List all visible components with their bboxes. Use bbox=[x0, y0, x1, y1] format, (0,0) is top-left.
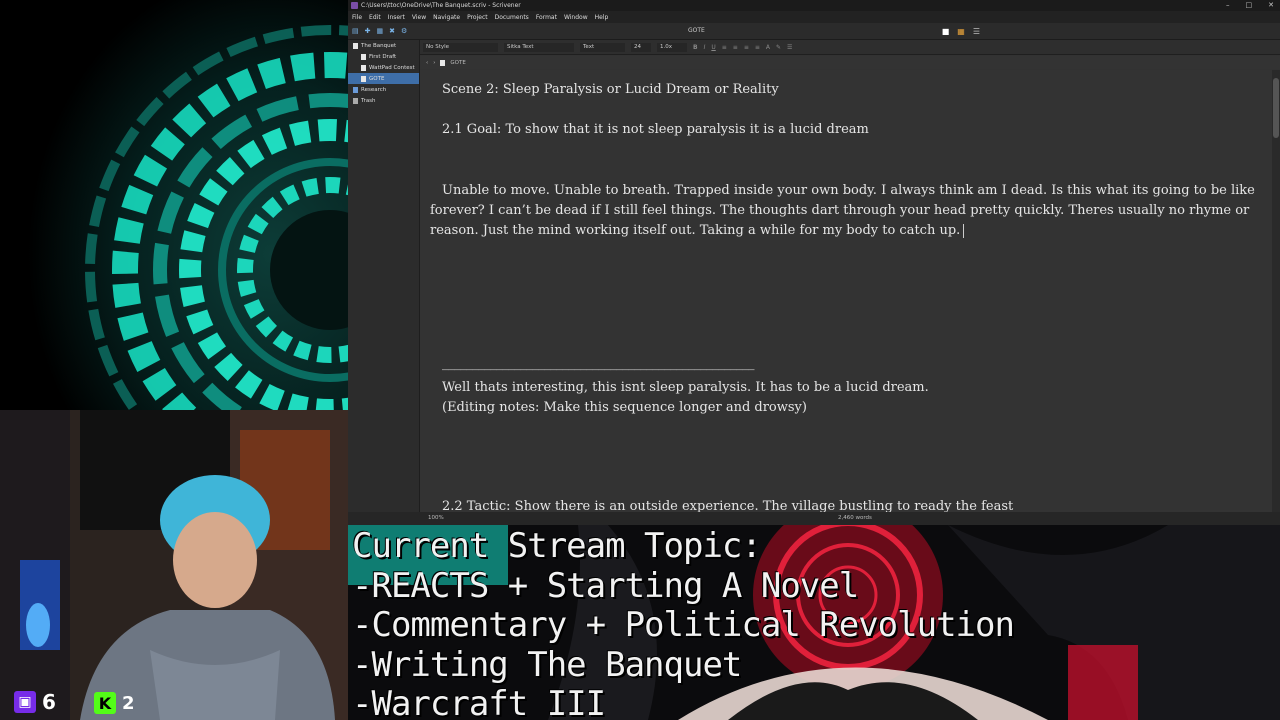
menu-navigate[interactable]: Navigate bbox=[433, 14, 460, 21]
body-paragraph: Unable to move. Unable to breath. Trappe… bbox=[430, 183, 1255, 238]
menu-window[interactable]: Window bbox=[564, 14, 588, 21]
main-toolbar: ▤ ✚ ▦ ✖ ⚙ GOTE ■ ▦ ☰ bbox=[348, 23, 1280, 40]
twitch-viewer-count: ▣ 6 bbox=[14, 690, 56, 714]
topic-item: -Commentary + Political Revolution bbox=[352, 605, 1015, 645]
menu-bar: File Edit Insert View Navigate Project D… bbox=[348, 11, 1280, 23]
folder-icon[interactable]: ▦ bbox=[377, 27, 384, 35]
kick-icon: K bbox=[94, 692, 116, 714]
close-button[interactable]: ✕ bbox=[1268, 0, 1274, 11]
stream-screen: ▣ 6 K 2 C:\Users\ttoc\OneDrive\The Banqu… bbox=[0, 0, 1280, 720]
menu-help[interactable]: Help bbox=[595, 14, 609, 21]
webcam-panel: ▣ 6 K 2 bbox=[0, 410, 348, 720]
list-icon[interactable]: ☰ bbox=[787, 44, 792, 51]
editor-header: ‹ › GOTE bbox=[420, 56, 1280, 69]
align-right-icon[interactable]: ≡ bbox=[744, 44, 749, 51]
align-center-icon[interactable]: ≡ bbox=[733, 44, 738, 51]
twitch-icon: ▣ bbox=[14, 691, 36, 713]
binder-sidebar: The Banquet First Draft WattPad Contest … bbox=[348, 40, 420, 512]
title-bar: C:\Users\ttoc\OneDrive\The Banquet.scriv… bbox=[348, 0, 1280, 11]
scrivener-window: C:\Users\ttoc\OneDrive\The Banquet.scriv… bbox=[348, 0, 1280, 525]
binder-item-trash[interactable]: Trash bbox=[348, 95, 419, 106]
scene-title: Scene 2: Sleep Paralysis or Lucid Dream … bbox=[442, 82, 779, 97]
align-left-icon[interactable]: ≡ bbox=[722, 44, 727, 51]
visualizer-panel bbox=[0, 0, 348, 410]
scrollbar-thumb[interactable] bbox=[1273, 78, 1279, 138]
topic-heading: Current Stream Topic: bbox=[352, 526, 762, 566]
justify-icon[interactable]: ≡ bbox=[755, 44, 760, 51]
document-icon bbox=[440, 59, 446, 66]
menu-format[interactable]: Format bbox=[536, 14, 557, 21]
research-folder-icon bbox=[353, 86, 358, 93]
binder-toggle-icon[interactable]: ▤ bbox=[352, 27, 359, 35]
italic-button[interactable]: I bbox=[704, 44, 706, 51]
toolbar-document-title: GOTE bbox=[688, 27, 705, 34]
menu-file[interactable]: File bbox=[352, 14, 362, 21]
tactic-line: 2.2 Tactic: Show there is an outside exp… bbox=[442, 499, 1014, 512]
text-color-icon[interactable]: A bbox=[766, 44, 770, 51]
binder-item-the-banquet[interactable]: The Banquet bbox=[348, 40, 419, 51]
section-divider: ________________________________________… bbox=[442, 356, 755, 371]
trash-icon[interactable]: ✖ bbox=[389, 27, 395, 35]
stream-topic-text: Current Stream Topic: -REACTS + Starting… bbox=[352, 526, 1015, 720]
menu-edit[interactable]: Edit bbox=[369, 14, 381, 21]
editor-text-area[interactable]: Scene 2: Sleep Paralysis or Lucid Dream … bbox=[420, 70, 1272, 512]
binder-item-research[interactable]: Research bbox=[348, 84, 419, 95]
note-line-1: Well thats interesting, this isnt sleep … bbox=[442, 380, 929, 395]
editor-footer: 100% 2,460 words bbox=[348, 512, 1280, 525]
trash-icon bbox=[353, 97, 358, 104]
editor-scrollbar[interactable] bbox=[1272, 70, 1280, 512]
menu-documents[interactable]: Documents bbox=[495, 14, 529, 21]
corkboard-icon[interactable]: ▦ bbox=[957, 27, 965, 36]
style-select[interactable]: No Style bbox=[423, 42, 498, 52]
topic-item: -REACTS + Starting A Novel bbox=[352, 565, 859, 606]
single-view-icon[interactable]: ■ bbox=[942, 27, 950, 36]
topic-item: -Warcraft III bbox=[352, 684, 606, 720]
word-count: 2,460 words bbox=[838, 515, 872, 521]
menu-project[interactable]: Project bbox=[467, 14, 488, 21]
window-title: C:\Users\ttoc\OneDrive\The Banquet.scriv… bbox=[361, 2, 521, 9]
minimize-button[interactable]: – bbox=[1226, 0, 1230, 11]
note-line-2: (Editing notes: Make this sequence longe… bbox=[442, 400, 807, 415]
font-size-select[interactable]: 24 bbox=[631, 42, 651, 52]
underline-button[interactable]: U bbox=[711, 44, 715, 51]
document-icon bbox=[353, 42, 358, 49]
stream-topic-panel: Current Stream Topic: -REACTS + Starting… bbox=[348, 525, 1280, 720]
webcam-scene bbox=[0, 410, 348, 720]
format-bar: No Style Sitka Text Text 24 1.0x B I U ≡… bbox=[420, 40, 1280, 55]
compile-icon[interactable]: ⚙ bbox=[401, 27, 407, 35]
scrivener-app-icon bbox=[351, 2, 358, 9]
binder-item-gote[interactable]: GOTE bbox=[348, 73, 419, 84]
visualizer-rings bbox=[0, 0, 348, 410]
document-icon bbox=[361, 53, 366, 60]
goal-line: 2.1 Goal: To show that it is not sleep p… bbox=[442, 122, 869, 137]
font-face-select[interactable]: Text bbox=[580, 42, 625, 52]
kick-viewer-count: K 2 bbox=[94, 692, 135, 714]
outline-icon[interactable]: ☰ bbox=[973, 27, 980, 36]
bold-button[interactable]: B bbox=[693, 44, 698, 51]
binder-item-wattpad-contest[interactable]: WattPad Contest bbox=[348, 62, 419, 73]
line-spacing-select[interactable]: 1.0x bbox=[657, 42, 687, 52]
highlight-icon[interactable]: ✎ bbox=[776, 44, 781, 51]
menu-view[interactable]: View bbox=[412, 14, 426, 21]
maximize-button[interactable]: □ bbox=[1246, 0, 1253, 11]
header-document-name: GOTE bbox=[450, 59, 466, 66]
back-arrow-icon[interactable]: ‹ bbox=[426, 60, 428, 66]
document-icon bbox=[361, 64, 366, 71]
topic-item: -Writing The Banquet bbox=[352, 644, 742, 685]
binder-item-first-draft[interactable]: First Draft bbox=[348, 51, 419, 62]
document-icon bbox=[361, 75, 366, 82]
font-family-select[interactable]: Sitka Text bbox=[504, 42, 574, 52]
add-document-icon[interactable]: ✚ bbox=[365, 27, 371, 35]
menu-insert[interactable]: Insert bbox=[388, 14, 405, 21]
zoom-level[interactable]: 100% bbox=[428, 515, 444, 521]
forward-arrow-icon[interactable]: › bbox=[433, 60, 435, 66]
text-cursor bbox=[963, 223, 965, 238]
